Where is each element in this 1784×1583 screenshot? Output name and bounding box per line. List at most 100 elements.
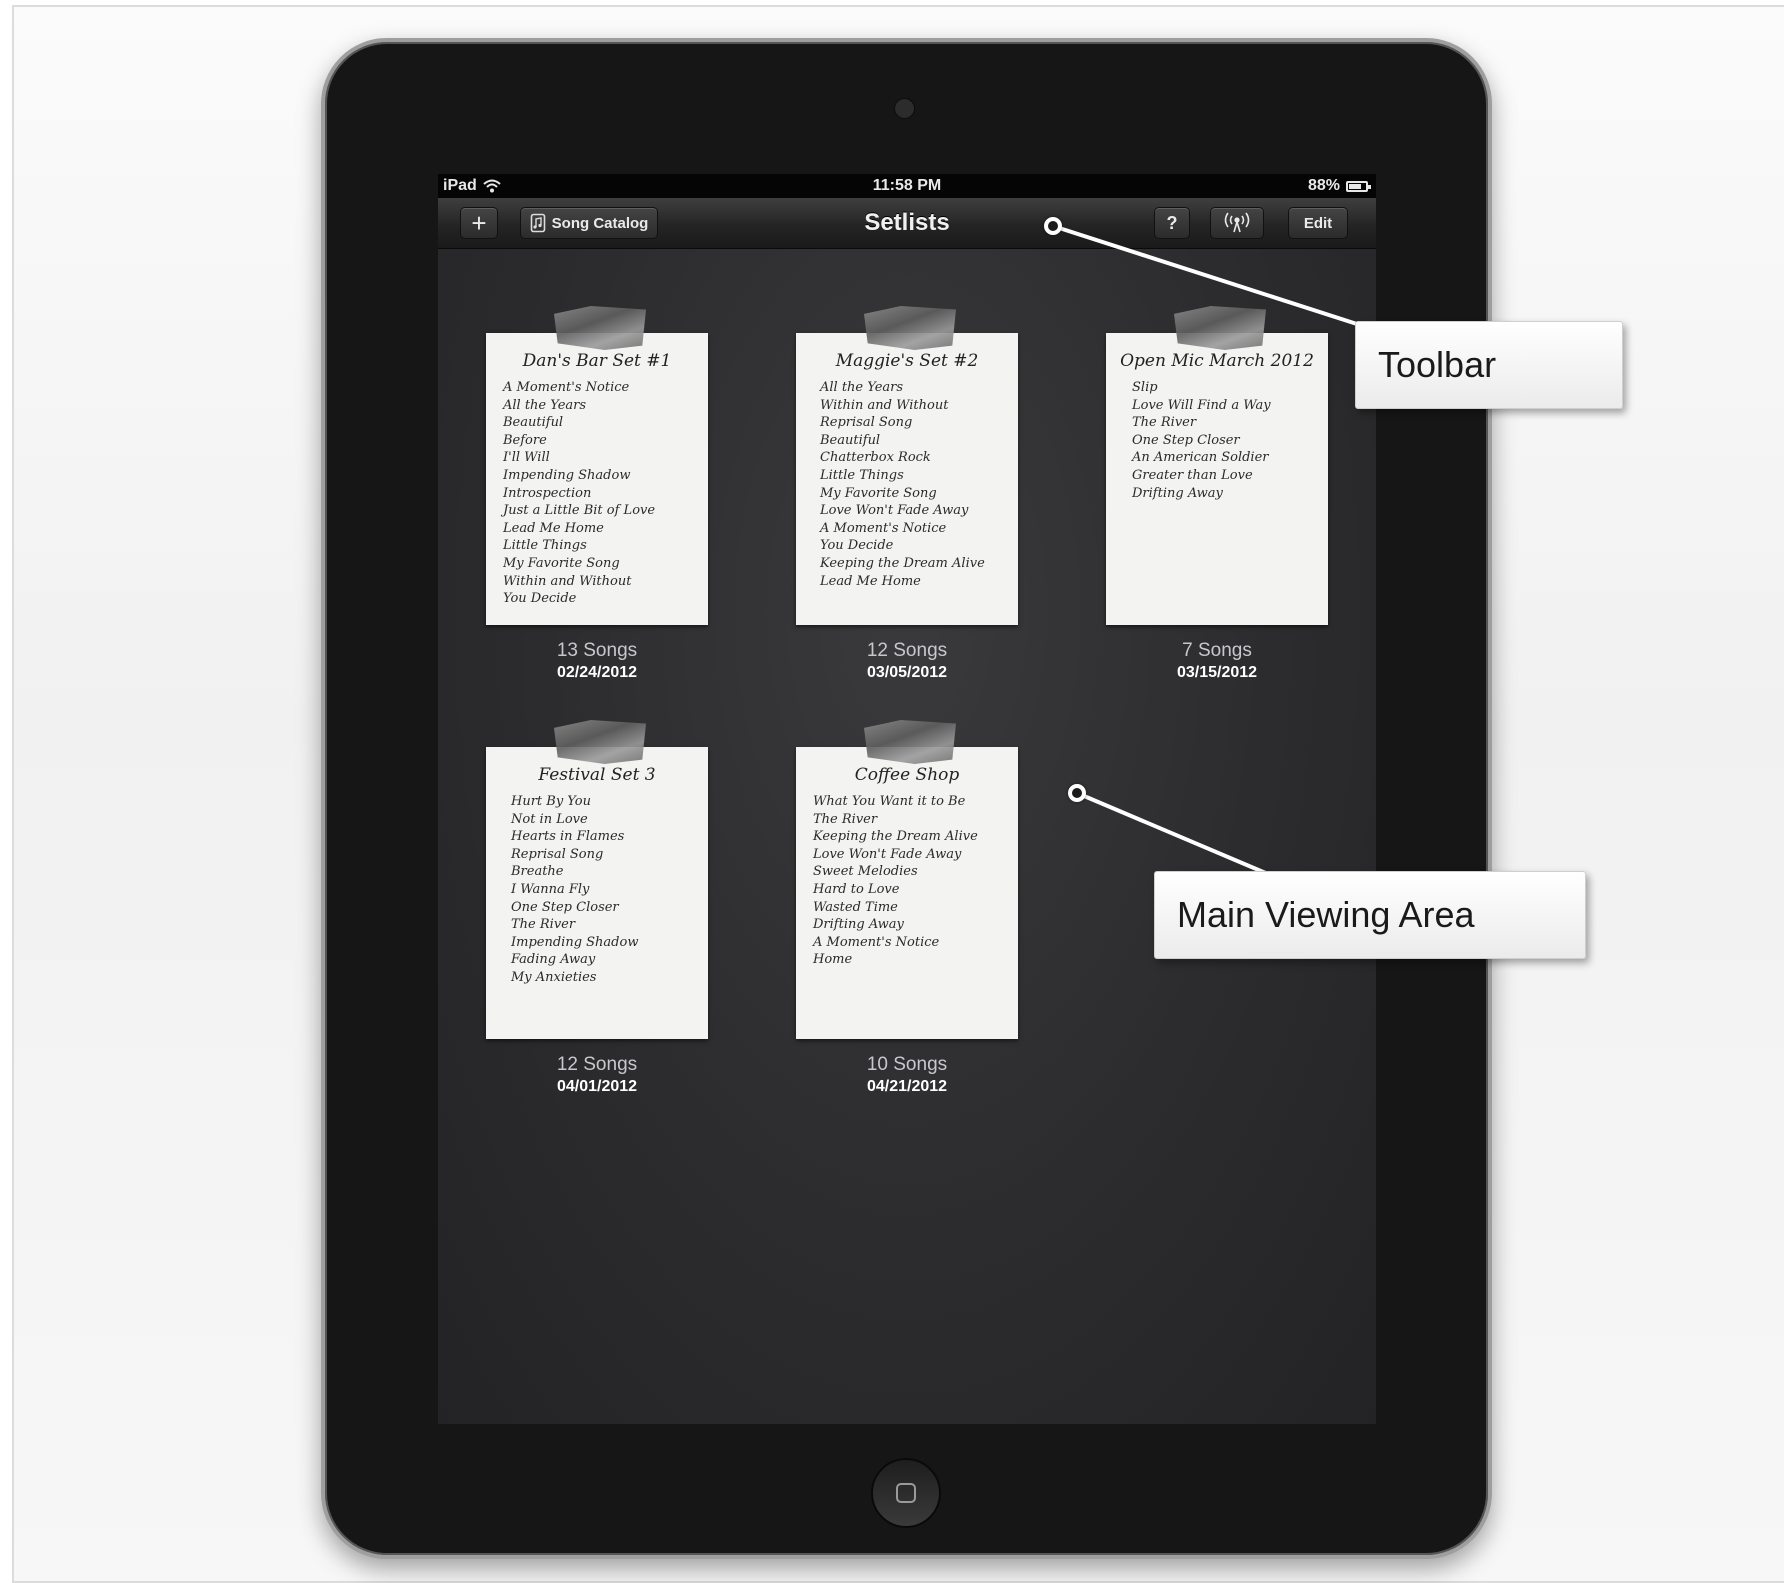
toolbar-callout: Toolbar [1355, 321, 1623, 409]
song-item: Home [813, 952, 853, 968]
setlist-title: Open Mic March 2012 [1120, 351, 1314, 371]
song-item: Not in Love [511, 811, 588, 827]
song-item: Beautiful [503, 415, 564, 431]
setlist-meta: 12 Songs 04/01/2012 [486, 1054, 708, 1096]
setlist-paper: Dan's Bar Set #1 A Moment's Notice All t… [486, 333, 708, 625]
song-item: My Anxieties [511, 969, 597, 985]
toolbar-callout-label: Toolbar [1378, 344, 1497, 385]
song-item: Reprisal Song [511, 846, 604, 862]
setlist-title: Maggie's Set #2 [835, 351, 979, 371]
song-item: All the Years [503, 397, 587, 413]
setlist-date: 03/05/2012 [866, 664, 948, 681]
song-item: Introspection [503, 485, 592, 501]
song-item: What You Want it to Be [813, 794, 966, 809]
song-count: 7 Songs [1182, 640, 1252, 661]
song-item: My Favorite Song [503, 555, 620, 571]
song-item: Little Things [503, 538, 587, 554]
toolbar-callout-dot [1044, 217, 1062, 235]
song-count: 12 Songs [866, 640, 948, 661]
broadcast-icon [1224, 212, 1250, 233]
status-right: 88% [1307, 177, 1371, 195]
help-button[interactable]: ? [1154, 207, 1190, 239]
setlist-title: Coffee Shop [854, 765, 960, 785]
tape-icon [864, 720, 956, 764]
setlist-paper: Maggie's Set #2 All the Years Within and… [796, 333, 1018, 625]
setlist-meta: 7 Songs 03/15/2012 [1106, 640, 1328, 682]
song-item: One Step Closer [1132, 432, 1240, 448]
setlist-title: Festival Set 3 [538, 765, 656, 785]
song-item: Beautiful [820, 432, 881, 448]
song-item: My Favorite Song [820, 485, 937, 501]
home-square-icon [896, 1483, 916, 1503]
song-item: Chatterbox Rock [820, 450, 931, 466]
song-item: Love Will Find a Way [1132, 397, 1271, 413]
status-bar: iPad 11:58 PM 88% [438, 174, 1376, 198]
setlist-title: Dan's Bar Set #1 [522, 351, 672, 371]
song-item: One Step Closer [511, 899, 619, 915]
song-item: Reprisal Song [820, 415, 913, 431]
setlist-date: 02/24/2012 [556, 664, 638, 681]
song-item: I'll Will [503, 450, 550, 466]
song-item: Sweet Melodies [813, 864, 918, 880]
tape-icon [554, 720, 646, 764]
setlist-paper: Open Mic March 2012 Slip Love Will Find … [1106, 333, 1328, 625]
song-item: A Moment's Notice [820, 520, 947, 536]
song-item: A Moment's Notice [503, 380, 630, 395]
song-item: Impending Shadow [511, 934, 639, 950]
song-item: The River [511, 917, 576, 933]
setlist-meta: 10 Songs 04/21/2012 [796, 1054, 1018, 1096]
song-item: The River [1132, 415, 1197, 431]
song-item: A Moment's Notice [813, 934, 940, 950]
main-area-callout-label: Main Viewing Area [1177, 894, 1475, 935]
song-item: Drifting Away [813, 917, 904, 933]
song-item: Hurt By You [511, 794, 591, 809]
main-area-callout-dot [1068, 784, 1086, 802]
song-item: Hard to Love [813, 881, 900, 897]
battery-percent: 88% [1307, 177, 1340, 194]
song-item: Within and Without [503, 573, 632, 589]
song-list: What You Want it to Be The River Keeping… [796, 793, 1018, 969]
song-item: Slip [1132, 380, 1158, 395]
song-item: Love Won't Fade Away [813, 846, 962, 862]
song-item: Fading Away [511, 952, 596, 968]
song-item: You Decide [503, 591, 577, 607]
status-time: 11:58 PM [872, 177, 942, 194]
song-item: Wasted Time [813, 899, 898, 915]
song-item: Breathe [511, 864, 564, 880]
song-count: 13 Songs [556, 640, 638, 661]
song-item: The River [813, 811, 878, 827]
edit-button[interactable]: Edit [1288, 207, 1348, 239]
setlist-meta: 12 Songs 03/05/2012 [796, 640, 1018, 682]
setlist-date: 04/01/2012 [556, 1078, 638, 1095]
ipad-screen: iPad 11:58 PM 88% + Song Catalog Setlist… [438, 174, 1376, 1424]
song-item: Keeping the Dream Alive [820, 555, 985, 571]
broadcast-button[interactable] [1210, 207, 1264, 239]
song-item: An American Soldier [1132, 450, 1269, 466]
song-item: Lead Me Home [503, 520, 604, 536]
setlist-date: 03/15/2012 [1176, 664, 1258, 681]
song-item: All the Years [820, 380, 904, 395]
song-item: Hearts in Flames [511, 829, 625, 845]
camera-icon [894, 98, 915, 119]
toolbar: + Song Catalog Setlists ? Edit [438, 198, 1376, 249]
song-item: You Decide [820, 538, 894, 554]
song-list: Hurt By You Not in Love Hearts in Flames… [486, 793, 708, 987]
song-item: Greater than Love [1132, 467, 1253, 483]
song-item: Drifting Away [1132, 485, 1223, 501]
song-item: Little Things [820, 467, 904, 483]
song-list: A Moment's Notice All the Years Beautifu… [486, 379, 708, 608]
tape-icon [1174, 306, 1266, 350]
song-item: Before [503, 432, 547, 448]
battery-fill [1349, 183, 1361, 189]
setlist-paper: Coffee Shop What You Want it to Be The R… [796, 747, 1018, 1039]
edit-label: Edit [1303, 214, 1333, 232]
song-count: 12 Songs [556, 1054, 638, 1075]
song-item: I Wanna Fly [511, 881, 590, 897]
tape-icon [554, 306, 646, 350]
song-item: Love Won't Fade Away [820, 503, 969, 519]
song-item: Keeping the Dream Alive [813, 829, 978, 845]
home-button[interactable] [871, 1458, 941, 1528]
song-item: Lead Me Home [820, 573, 921, 589]
song-list: Slip Love Will Find a Way The River One … [1106, 379, 1328, 502]
setlist-meta: 13 Songs 02/24/2012 [486, 640, 708, 682]
